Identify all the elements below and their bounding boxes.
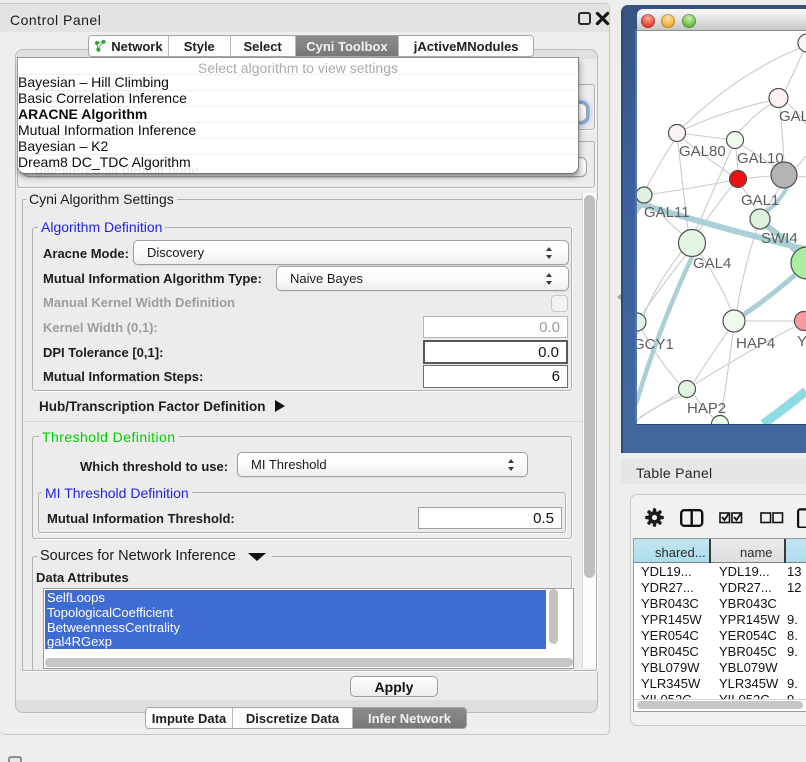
- svg-text:GAL7: GAL7: [779, 108, 806, 125]
- svg-text:HAP2: HAP2: [687, 400, 726, 417]
- svg-text:SWI4: SWI4: [761, 230, 798, 247]
- svg-text:HAP4: HAP4: [736, 335, 775, 352]
- svg-text:Y: Y: [797, 333, 806, 350]
- svg-text:GAL10: GAL10: [737, 150, 784, 167]
- svg-text:GAL80: GAL80: [679, 143, 726, 160]
- svg-text:GCY1: GCY1: [637, 336, 674, 353]
- svg-text:GAL11: GAL11: [644, 204, 690, 221]
- svg-text:GAL1: GAL1: [741, 192, 779, 209]
- svg-text:GAL4: GAL4: [693, 255, 731, 272]
